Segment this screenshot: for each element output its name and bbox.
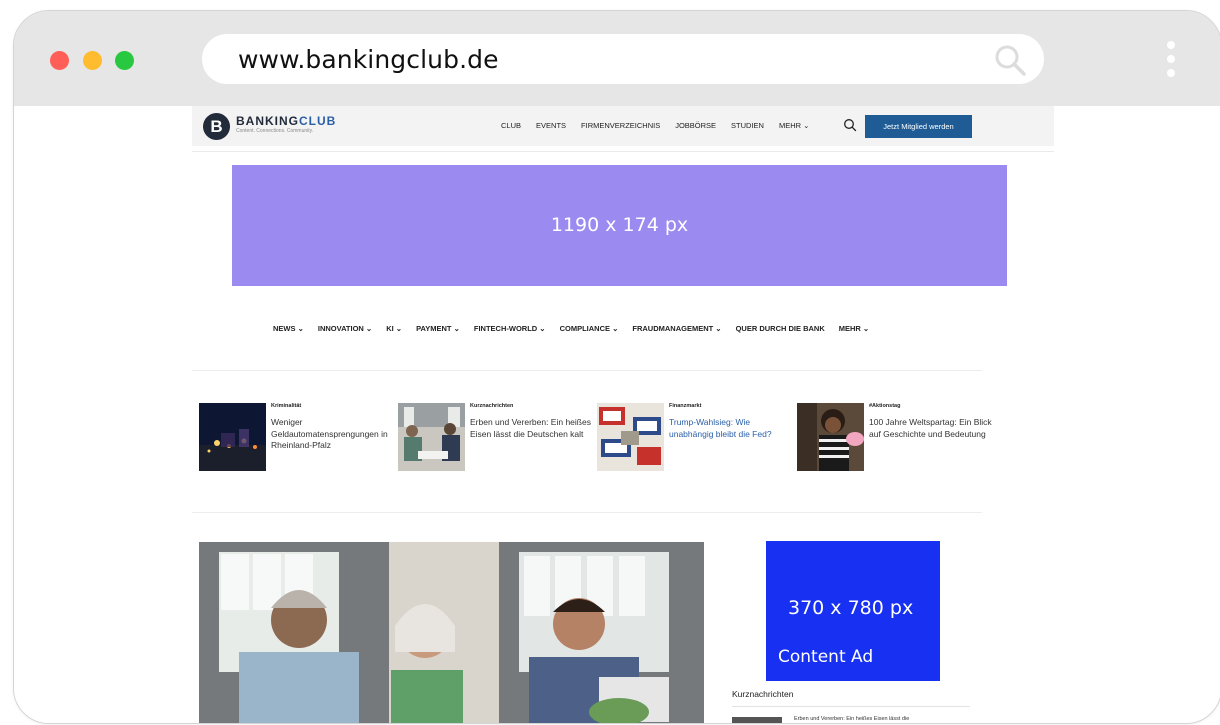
divider <box>192 512 982 513</box>
news-thumbnail-image[interactable] <box>797 403 864 471</box>
browser-menu-icon[interactable] <box>1166 41 1176 81</box>
news-card[interactable]: Kriminalität Weniger Geldautomatenspreng… <box>199 403 394 475</box>
news-card[interactable]: Finanzmarkt Trump-Wahlsieg: Wie unabhäng… <box>597 403 792 475</box>
main-nav-item-news[interactable]: NEWS ⌄ <box>273 324 304 333</box>
news-card[interactable]: Kurznachrichten Erben und Vererben: Ein … <box>398 403 593 475</box>
top-menu-item-events[interactable]: EVENTS <box>536 121 566 130</box>
news-title[interactable]: Weniger Geldautomatensprengungen in Rhei… <box>271 417 396 452</box>
site-search-icon[interactable] <box>843 118 857 132</box>
address-bar[interactable]: www.bankingclub.de <box>202 34 1044 84</box>
banner-ad[interactable]: 1190 x 174 px <box>232 165 1007 286</box>
minimize-window-button[interactable] <box>83 51 102 70</box>
main-nav-item-fraudmanagement[interactable]: FRAUDMANAGEMENT ⌄ <box>632 324 721 333</box>
featured-article-image[interactable] <box>199 542 704 724</box>
site-header: B BANKINGCLUB Content. Connections. Comm… <box>192 106 1054 152</box>
news-thumbnail-image[interactable] <box>398 403 465 471</box>
main-nav-item-innovation[interactable]: INNOVATION ⌄ <box>318 324 372 333</box>
browser-chrome: www.bankingclub.de <box>14 11 1220 106</box>
header-divider <box>192 151 1054 152</box>
top-menu-item-studien[interactable]: STUDIEN <box>731 121 764 130</box>
url-text[interactable]: www.bankingclub.de <box>238 45 499 74</box>
content-ad[interactable]: 370 x 780 px Content Ad <box>766 541 940 681</box>
news-category[interactable]: Kriminalität <box>271 403 301 409</box>
top-menu: CLUB EVENTS FIRMENVERZEICHNIS JOBBÖRSE S… <box>501 121 824 130</box>
news-thumbnail-image[interactable] <box>199 403 266 471</box>
main-nav-item-quer-durch-die-bank[interactable]: QUER DURCH DIE BANK <box>736 324 825 333</box>
logo-wordmark-banking: BANKING <box>236 114 299 128</box>
close-window-button[interactable] <box>50 51 69 70</box>
news-category[interactable]: #Aktionstag <box>869 403 900 409</box>
main-nav-item-ki[interactable]: KI ⌄ <box>386 324 402 333</box>
top-menu-item-firmenverzeichnis[interactable]: FIRMENVERZEICHNIS <box>581 121 660 130</box>
website-viewport: B BANKINGCLUB Content. Connections. Comm… <box>14 106 1220 724</box>
news-title[interactable]: Erben und Vererben: Ein heißes Eisen läs… <box>470 417 595 440</box>
news-thumbnail-image[interactable] <box>597 403 664 471</box>
main-nav-item-compliance[interactable]: COMPLIANCE ⌄ <box>560 324 619 333</box>
search-icon[interactable] <box>994 44 1026 76</box>
divider <box>192 370 982 371</box>
logo-tagline: Content. Connections. Community. <box>236 128 314 134</box>
top-menu-item-jobboerse[interactable]: JOBBÖRSE <box>675 121 716 130</box>
news-category[interactable]: Kurznachrichten <box>470 403 513 409</box>
news-card[interactable]: #Aktionstag 100 Jahre Weltspartag: Ein B… <box>797 403 992 475</box>
main-nav-item-mehr[interactable]: MEHR ⌄ <box>839 324 869 333</box>
main-nav-item-payment[interactable]: PAYMENT ⌄ <box>416 324 460 333</box>
maximize-window-button[interactable] <box>115 51 134 70</box>
content-ad-label: Content Ad <box>778 647 874 667</box>
logo-wordmark[interactable]: BANKINGCLUB <box>236 114 336 128</box>
news-category[interactable]: Finanzmarkt <box>669 403 701 409</box>
news-title[interactable]: 100 Jahre Weltspartag: Ein Blick auf Ges… <box>869 417 994 440</box>
sidebar-divider <box>732 706 970 707</box>
sidebar-heading: Kurznachrichten <box>732 689 794 699</box>
top-menu-item-mehr[interactable]: MEHR ⌄ <box>779 121 809 130</box>
content-ad-size: 370 x 780 px <box>788 597 914 619</box>
main-nav-item-fintech-world[interactable]: FINTECH-WORLD ⌄ <box>474 324 546 333</box>
sidebar-item-thumbnail[interactable] <box>732 717 782 723</box>
main-nav: NEWS ⌄ INNOVATION ⌄ KI ⌄ PAYMENT ⌄ FINTE… <box>273 324 883 333</box>
join-button[interactable]: Jetzt Mitglied werden <box>865 115 972 138</box>
browser-window: www.bankingclub.de B BANKINGCLUB Content… <box>13 10 1220 724</box>
news-title[interactable]: Trump-Wahlsieg: Wie unabhängig bleibt di… <box>669 417 794 440</box>
sidebar-item-title[interactable]: Erben und Vererben: Ein heißes Eisen läs… <box>794 716 909 722</box>
logo-mark[interactable]: B <box>203 113 230 140</box>
top-menu-item-club[interactable]: CLUB <box>501 121 521 130</box>
logo-wordmark-club: CLUB <box>299 114 337 128</box>
